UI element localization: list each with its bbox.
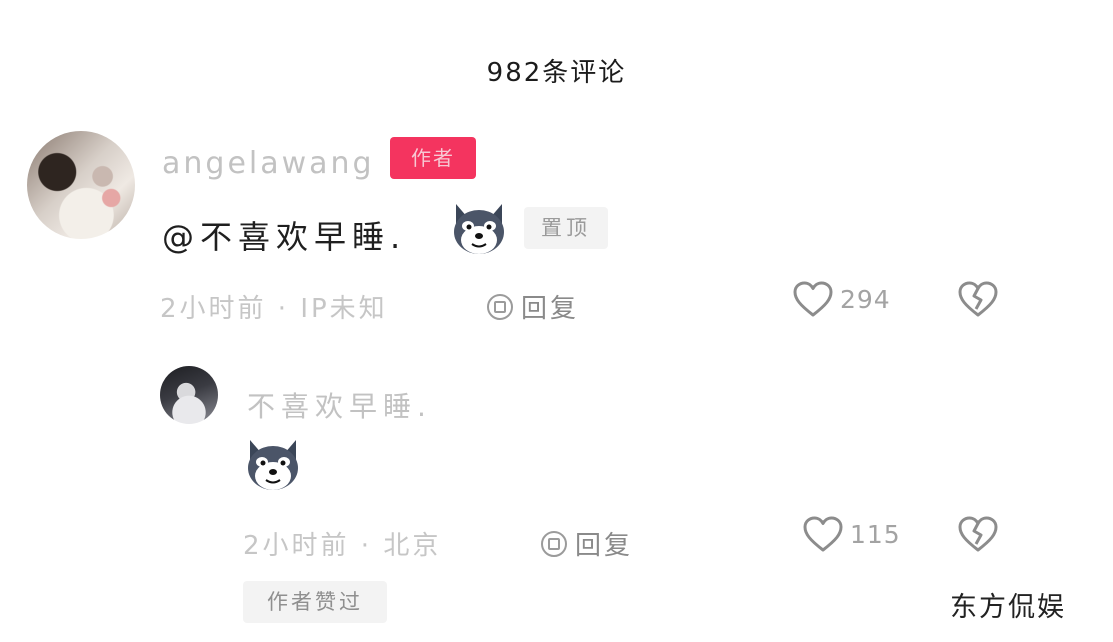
avatar[interactable] [27,131,135,239]
husky-dog-emoji-icon [248,440,298,490]
reply-username[interactable]: 不喜欢早睡. [247,385,432,425]
broken-heart-icon[interactable] [957,515,999,553]
reply-label: 回复 [521,294,580,324]
comment-count-title: 982条评论 [486,58,627,88]
reply-label: 回复 [575,531,634,561]
reply-meta: 2小时前 · 北京 [243,531,442,561]
comment-meta: 2小时前 · IP未知 [160,294,388,324]
comment-panel: 982条评论 angelawang 作者 @不喜欢早睡. 置顶 2小时前 · I… [0,0,1113,642]
reply-avatar[interactable] [160,366,218,424]
pinned-badge: 置顶 [524,207,608,249]
comment-text: @不喜欢早睡. [162,218,407,256]
reply-button[interactable]: 回复 [487,288,579,325]
comment-username[interactable]: angelawang [162,146,375,181]
author-liked-badge: 作者赞过 [243,581,387,623]
reply-icon [541,530,567,557]
husky-dog-emoji-icon [454,204,504,254]
like-count: 115 [850,519,901,549]
heart-outline-icon [793,281,833,317]
like-button[interactable]: 294 [792,280,891,318]
broken-heart-icon[interactable] [957,280,999,318]
watermark: 东方侃娱 [950,592,1066,623]
heart-outline-icon [803,516,843,552]
reply-icon [487,293,513,320]
like-count: 294 [840,284,891,314]
like-button[interactable]: 115 [802,515,901,553]
author-badge: 作者 [390,137,476,179]
reply-button[interactable]: 回复 [541,525,633,562]
